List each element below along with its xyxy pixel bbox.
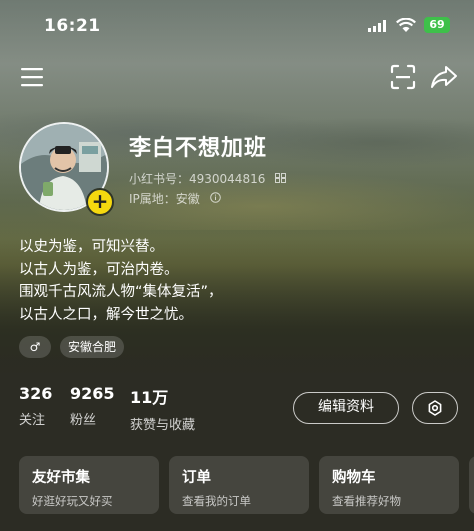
card-shopping-cart[interactable]: 购物车 查看推荐好物 xyxy=(319,456,459,514)
bio-line: 以古人之口，解今世之忧。 xyxy=(19,306,193,323)
status-bar: 16:21 69 xyxy=(0,0,474,50)
user-id-line: 小红书号：4930044816 xyxy=(129,170,287,187)
stat-followers[interactable]: 9265 粉丝 xyxy=(70,384,115,428)
bio-line: 围观千古风流人物“集体复活”， xyxy=(19,284,223,300)
ip-location-line: IP属地：安徽 xyxy=(129,190,221,207)
bio-line: 以古人为鉴，可治内卷。 xyxy=(19,261,179,278)
menu-icon xyxy=(21,68,43,87)
battery-indicator: 69 xyxy=(424,17,450,33)
user-id-text: 小红书号：4930044816 xyxy=(129,172,266,186)
stat-likes-collections[interactable]: 11万 获赞与收藏 xyxy=(130,384,195,433)
stat-label: 获赞与收藏 xyxy=(130,418,196,433)
edit-profile-button[interactable]: 编辑资料 xyxy=(293,392,399,424)
settings-icon xyxy=(428,400,442,416)
bio-line: 以史为鉴，可知兴替。 xyxy=(19,239,164,255)
location-tag[interactable]: 安徽合肥 xyxy=(60,336,124,358)
card-orders[interactable]: 订单 查看我的订单 xyxy=(169,456,309,514)
stat-value: 326 xyxy=(19,384,53,403)
info-icon[interactable] xyxy=(209,192,221,203)
card-subtitle: 查看推荐好物 xyxy=(332,494,401,508)
add-icon: + xyxy=(91,189,109,213)
card-title: 购物车 xyxy=(332,470,376,486)
stat-label: 粉丝 xyxy=(70,413,97,428)
male-icon: ♂ xyxy=(29,340,41,354)
stat-label: 关注 xyxy=(19,413,46,428)
ip-location-text: IP属地：安徽 xyxy=(129,192,200,206)
card-friendly-market[interactable]: 友好市集 好逛好玩又好买 xyxy=(19,456,159,514)
card-title: 友好市集 xyxy=(32,470,90,486)
scan-icon xyxy=(390,64,416,90)
stat-value: 11万 xyxy=(130,388,169,407)
card-subtitle: 查看我的订单 xyxy=(182,494,251,508)
stat-following[interactable]: 326 关注 xyxy=(19,384,52,428)
profile-bio: 以史为鉴，可知兴替。 以古人为鉴，可治内卷。 围观千古风流人物“集体复活”， 以… xyxy=(19,236,223,326)
card-subtitle: 好逛好玩又好买 xyxy=(32,494,113,508)
stat-value: 9265 xyxy=(70,384,115,403)
signal-icon xyxy=(368,20,386,32)
profile-name: 李白不想加班 xyxy=(129,136,268,161)
scan-button[interactable] xyxy=(390,64,416,90)
share-icon xyxy=(431,66,457,88)
card-title: 订单 xyxy=(182,470,211,486)
share-button[interactable] xyxy=(430,64,458,90)
menu-button[interactable] xyxy=(20,66,46,88)
add-button[interactable]: + xyxy=(86,188,114,216)
gender-tag[interactable]: ♂ xyxy=(19,336,51,358)
qr-icon[interactable] xyxy=(275,173,287,183)
settings-button[interactable] xyxy=(412,392,458,424)
card-next-peek[interactable] xyxy=(469,456,474,514)
wifi-icon xyxy=(396,18,416,32)
status-time: 16:21 xyxy=(44,16,101,36)
